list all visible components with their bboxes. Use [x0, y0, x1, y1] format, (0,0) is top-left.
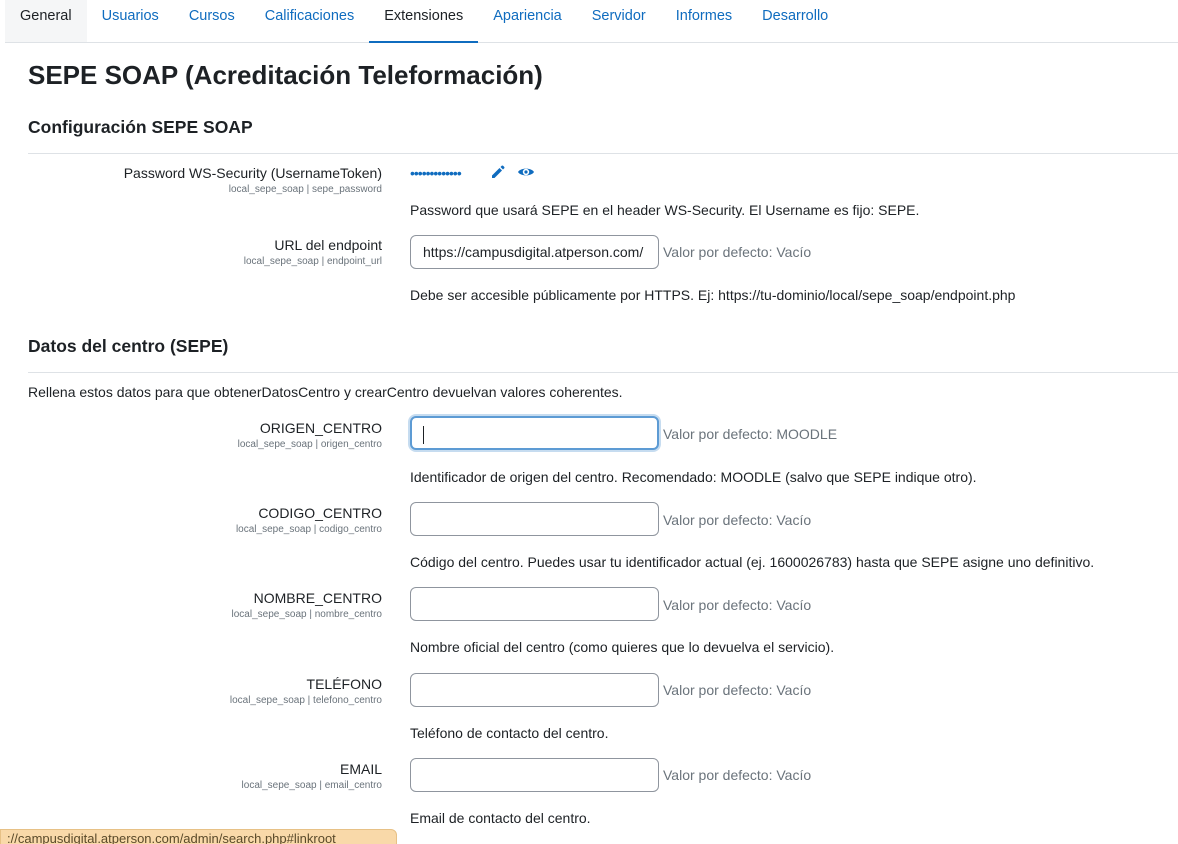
email-centro-input[interactable] — [410, 758, 659, 792]
email-default: Valor por defecto: Vacío — [663, 767, 812, 783]
origen-label: ORIGEN_CENTRO — [259, 420, 382, 436]
codigo-description: Código del centro. Puedes usar tu identi… — [410, 554, 1095, 570]
tab-desarrollo[interactable]: Desarrollo — [747, 0, 843, 42]
eye-icon[interactable] — [517, 163, 535, 181]
section-divider — [28, 153, 1178, 154]
nombre-default: Valor por defecto: Vacío — [663, 597, 812, 613]
endpoint-setting-name: local_sepe_soap | endpoint_url — [243, 256, 382, 267]
tab-cursos[interactable]: Cursos — [174, 0, 250, 42]
endpoint-default: Valor por defecto: Vacío — [663, 244, 812, 260]
origen-setting-name: local_sepe_soap | origen_centro — [237, 439, 382, 450]
password-label: Password WS-Security (UsernameToken) — [123, 165, 382, 181]
password-setting-name: local_sepe_soap | sepe_password — [228, 184, 382, 195]
email-label: EMAIL — [339, 761, 382, 777]
tab-apariencia[interactable]: Apariencia — [478, 0, 577, 42]
endpoint-url-input[interactable]: https://campusdigital.atperson.com/ — [410, 235, 659, 269]
section-title-centro: Datos del centro (SEPE) — [28, 336, 229, 356]
browser-status-bar: ://campusdigital.atperson.com/admin/sear… — [0, 829, 397, 844]
admin-tabs: General Usuarios Cursos Calificaciones E… — [5, 0, 1178, 43]
telefono-label: TELÉFONO — [306, 676, 382, 692]
origen-description: Identificador de origen del centro. Reco… — [410, 469, 977, 485]
nombre-description: Nombre oficial del centro (como quieres … — [410, 639, 835, 655]
page-title: SEPE SOAP (Acreditación Teleformación) — [28, 60, 543, 90]
origen-default: Valor por defecto: MOODLE — [663, 426, 838, 442]
nombre-setting-name: local_sepe_soap | nombre_centro — [231, 609, 382, 620]
tab-extensiones[interactable]: Extensiones — [369, 0, 479, 43]
tab-informes[interactable]: Informes — [661, 0, 747, 42]
nombre-centro-input[interactable] — [410, 587, 659, 621]
nombre-label: NOMBRE_CENTRO — [253, 590, 382, 606]
origen-centro-input[interactable] — [410, 416, 659, 450]
password-masked-value[interactable]: ••••••••••••• — [410, 165, 462, 181]
section-intro: Rellena estos datos para que obtenerDato… — [28, 384, 623, 400]
section-title-config: Configuración SEPE SOAP — [28, 117, 253, 137]
endpoint-label: URL del endpoint — [274, 237, 382, 253]
tab-servidor[interactable]: Servidor — [577, 0, 661, 42]
tab-usuarios[interactable]: Usuarios — [87, 0, 174, 42]
email-description: Email de contacto del centro. — [410, 810, 591, 826]
tab-general[interactable]: General — [5, 0, 87, 42]
telefono-setting-name: local_sepe_soap | telefono_centro — [229, 695, 382, 706]
codigo-centro-input[interactable] — [410, 502, 659, 536]
section-divider — [28, 372, 1178, 373]
password-description: Password que usará SEPE en el header WS-… — [410, 202, 920, 218]
endpoint-description: Debe ser accesible públicamente por HTTP… — [410, 287, 1016, 303]
email-setting-name: local_sepe_soap | email_centro — [241, 780, 382, 791]
text-caret — [423, 426, 424, 445]
codigo-label: CODIGO_CENTRO — [258, 505, 382, 521]
codigo-setting-name: local_sepe_soap | codigo_centro — [235, 524, 382, 535]
telefono-centro-input[interactable] — [410, 673, 659, 707]
tab-calificaciones[interactable]: Calificaciones — [250, 0, 369, 42]
codigo-default: Valor por defecto: Vacío — [663, 512, 812, 528]
telefono-default: Valor por defecto: Vacío — [663, 682, 812, 698]
telefono-description: Teléfono de contacto del centro. — [410, 725, 609, 741]
pencil-icon[interactable] — [489, 163, 507, 181]
